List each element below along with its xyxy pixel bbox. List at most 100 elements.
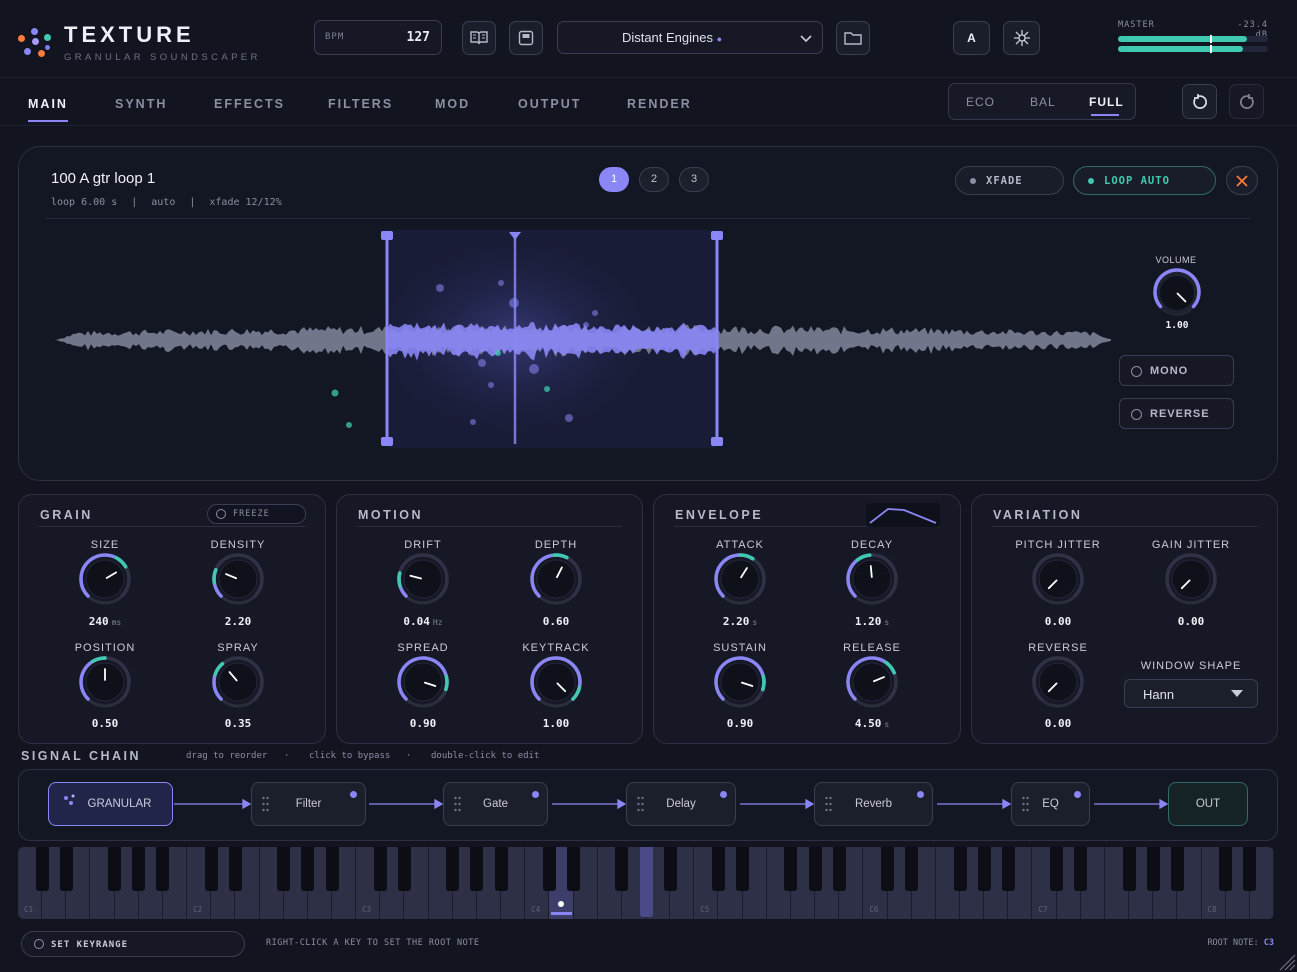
drag-handle-icon[interactable] [454, 796, 461, 812]
black-key[interactable] [567, 847, 581, 891]
volume-knob[interactable] [1147, 263, 1207, 323]
black-key[interactable] [59, 847, 73, 891]
black-key[interactable] [977, 847, 991, 891]
position-knob[interactable] [75, 652, 135, 712]
black-key[interactable] [832, 847, 846, 891]
density-knob[interactable] [208, 549, 268, 609]
black-key[interactable] [1050, 847, 1064, 891]
app-title: TEXTURE [64, 22, 195, 47]
drag-handle-icon[interactable] [825, 796, 832, 812]
black-key[interactable] [446, 847, 460, 891]
black-key[interactable] [204, 847, 218, 891]
black-key[interactable] [542, 847, 556, 891]
black-key[interactable] [1122, 847, 1136, 891]
black-key[interactable] [397, 847, 411, 891]
xfade-toggle[interactable]: XFADE [955, 166, 1064, 195]
tab-synth[interactable]: SYNTH [115, 97, 167, 111]
depth-knob[interactable] [526, 549, 586, 609]
black-key[interactable] [132, 847, 146, 891]
mono-toggle[interactable]: MONO [1119, 355, 1234, 386]
window-shape-select[interactable]: Hann [1124, 679, 1258, 708]
black-key[interactable] [1170, 847, 1184, 891]
undo-icon[interactable] [1182, 84, 1217, 119]
spread-knob[interactable] [393, 652, 453, 712]
attack-knob[interactable] [710, 549, 770, 609]
black-key[interactable] [301, 847, 315, 891]
black-key[interactable] [494, 847, 508, 891]
black-key[interactable] [228, 847, 242, 891]
black-key[interactable] [108, 847, 122, 891]
randomize-spark-icon[interactable] [1003, 21, 1040, 55]
black-key[interactable] [1146, 847, 1160, 891]
save-icon[interactable] [509, 21, 543, 55]
drift-knob[interactable] [393, 549, 453, 609]
waveform-display[interactable] [20, 222, 1120, 472]
black-key[interactable] [1074, 847, 1088, 891]
chain-node-filter[interactable]: Filter [251, 782, 366, 826]
black-key[interactable] [156, 847, 170, 891]
black-key[interactable] [1243, 847, 1257, 891]
preset-selector[interactable]: Distant Engines ● [557, 21, 823, 54]
drag-handle-icon[interactable] [1022, 796, 1029, 812]
tab-mod[interactable]: MOD [435, 97, 470, 111]
chain-node-out[interactable]: OUT [1168, 782, 1248, 826]
chain-node-reverb[interactable]: Reverb [814, 782, 933, 826]
black-key[interactable] [1219, 847, 1233, 891]
drag-handle-icon[interactable] [637, 796, 644, 812]
folder-icon[interactable] [836, 21, 870, 55]
chain-node-granular[interactable]: GRANULAR [48, 782, 173, 826]
black-key[interactable] [711, 847, 725, 891]
keytrack-knob[interactable] [526, 652, 586, 712]
black-key[interactable] [325, 847, 339, 891]
ab-compare-button[interactable]: A [953, 21, 990, 55]
tab-effects[interactable]: EFFECTS [214, 97, 285, 111]
release-knob[interactable] [842, 652, 902, 712]
chain-node-gate[interactable]: Gate [443, 782, 548, 826]
variation-reverse-knob[interactable] [1028, 652, 1088, 712]
black-key[interactable] [905, 847, 919, 891]
piano-keyboard[interactable]: C1 C2 C3 C4 C5 C6 C7 C8 [18, 847, 1274, 919]
decay-knob[interactable] [842, 549, 902, 609]
black-key[interactable] [881, 847, 895, 891]
resize-grip-icon[interactable] [1278, 953, 1296, 971]
quality-full[interactable]: FULL [1089, 95, 1124, 109]
close-sample-icon[interactable] [1226, 166, 1258, 195]
tab-output[interactable]: OUTPUT [518, 97, 581, 111]
sustain-knob[interactable] [710, 652, 770, 712]
black-key[interactable] [953, 847, 967, 891]
pitch-jitter-knob[interactable] [1028, 549, 1088, 609]
slot-button-1[interactable]: 1 [599, 167, 629, 192]
black-key[interactable] [736, 847, 750, 891]
drag-handle-icon[interactable] [262, 796, 269, 812]
black-key[interactable] [1001, 847, 1015, 891]
chain-node-delay[interactable]: Delay [626, 782, 736, 826]
black-key[interactable] [784, 847, 798, 891]
black-key[interactable] [663, 847, 677, 891]
library-book-icon[interactable] [462, 21, 496, 55]
slot-button-2[interactable]: 2 [639, 167, 669, 192]
size-knob[interactable] [75, 549, 135, 609]
reverse-toggle[interactable]: REVERSE [1119, 398, 1234, 429]
black-key[interactable] [277, 847, 291, 891]
black-key[interactable] [373, 847, 387, 891]
tab-filters[interactable]: FILTERS [328, 97, 393, 111]
freeze-toggle[interactable]: FREEZE [207, 504, 306, 524]
redo-icon[interactable] [1229, 84, 1264, 119]
loop-auto-toggle[interactable]: LOOP AUTO [1073, 166, 1216, 195]
bpm-field[interactable]: BPM 127 [314, 20, 442, 55]
black-key[interactable] [615, 847, 629, 891]
gain-jitter-knob[interactable] [1161, 549, 1221, 609]
set-keyrange-button[interactable]: SET KEYRANGE [21, 931, 245, 957]
spray-knob[interactable] [208, 652, 268, 712]
tab-main[interactable]: MAIN [28, 97, 68, 111]
tab-render[interactable]: RENDER [627, 97, 692, 111]
black-key[interactable] [470, 847, 484, 891]
black-key[interactable] [639, 847, 653, 917]
black-key[interactable] [35, 847, 49, 891]
bpm-value[interactable]: 127 [407, 30, 430, 45]
slot-button-3[interactable]: 3 [679, 167, 709, 192]
black-key[interactable] [808, 847, 822, 891]
quality-bal[interactable]: BAL [1030, 95, 1056, 109]
chain-node-eq[interactable]: EQ [1011, 782, 1090, 826]
quality-eco[interactable]: ECO [966, 95, 995, 109]
